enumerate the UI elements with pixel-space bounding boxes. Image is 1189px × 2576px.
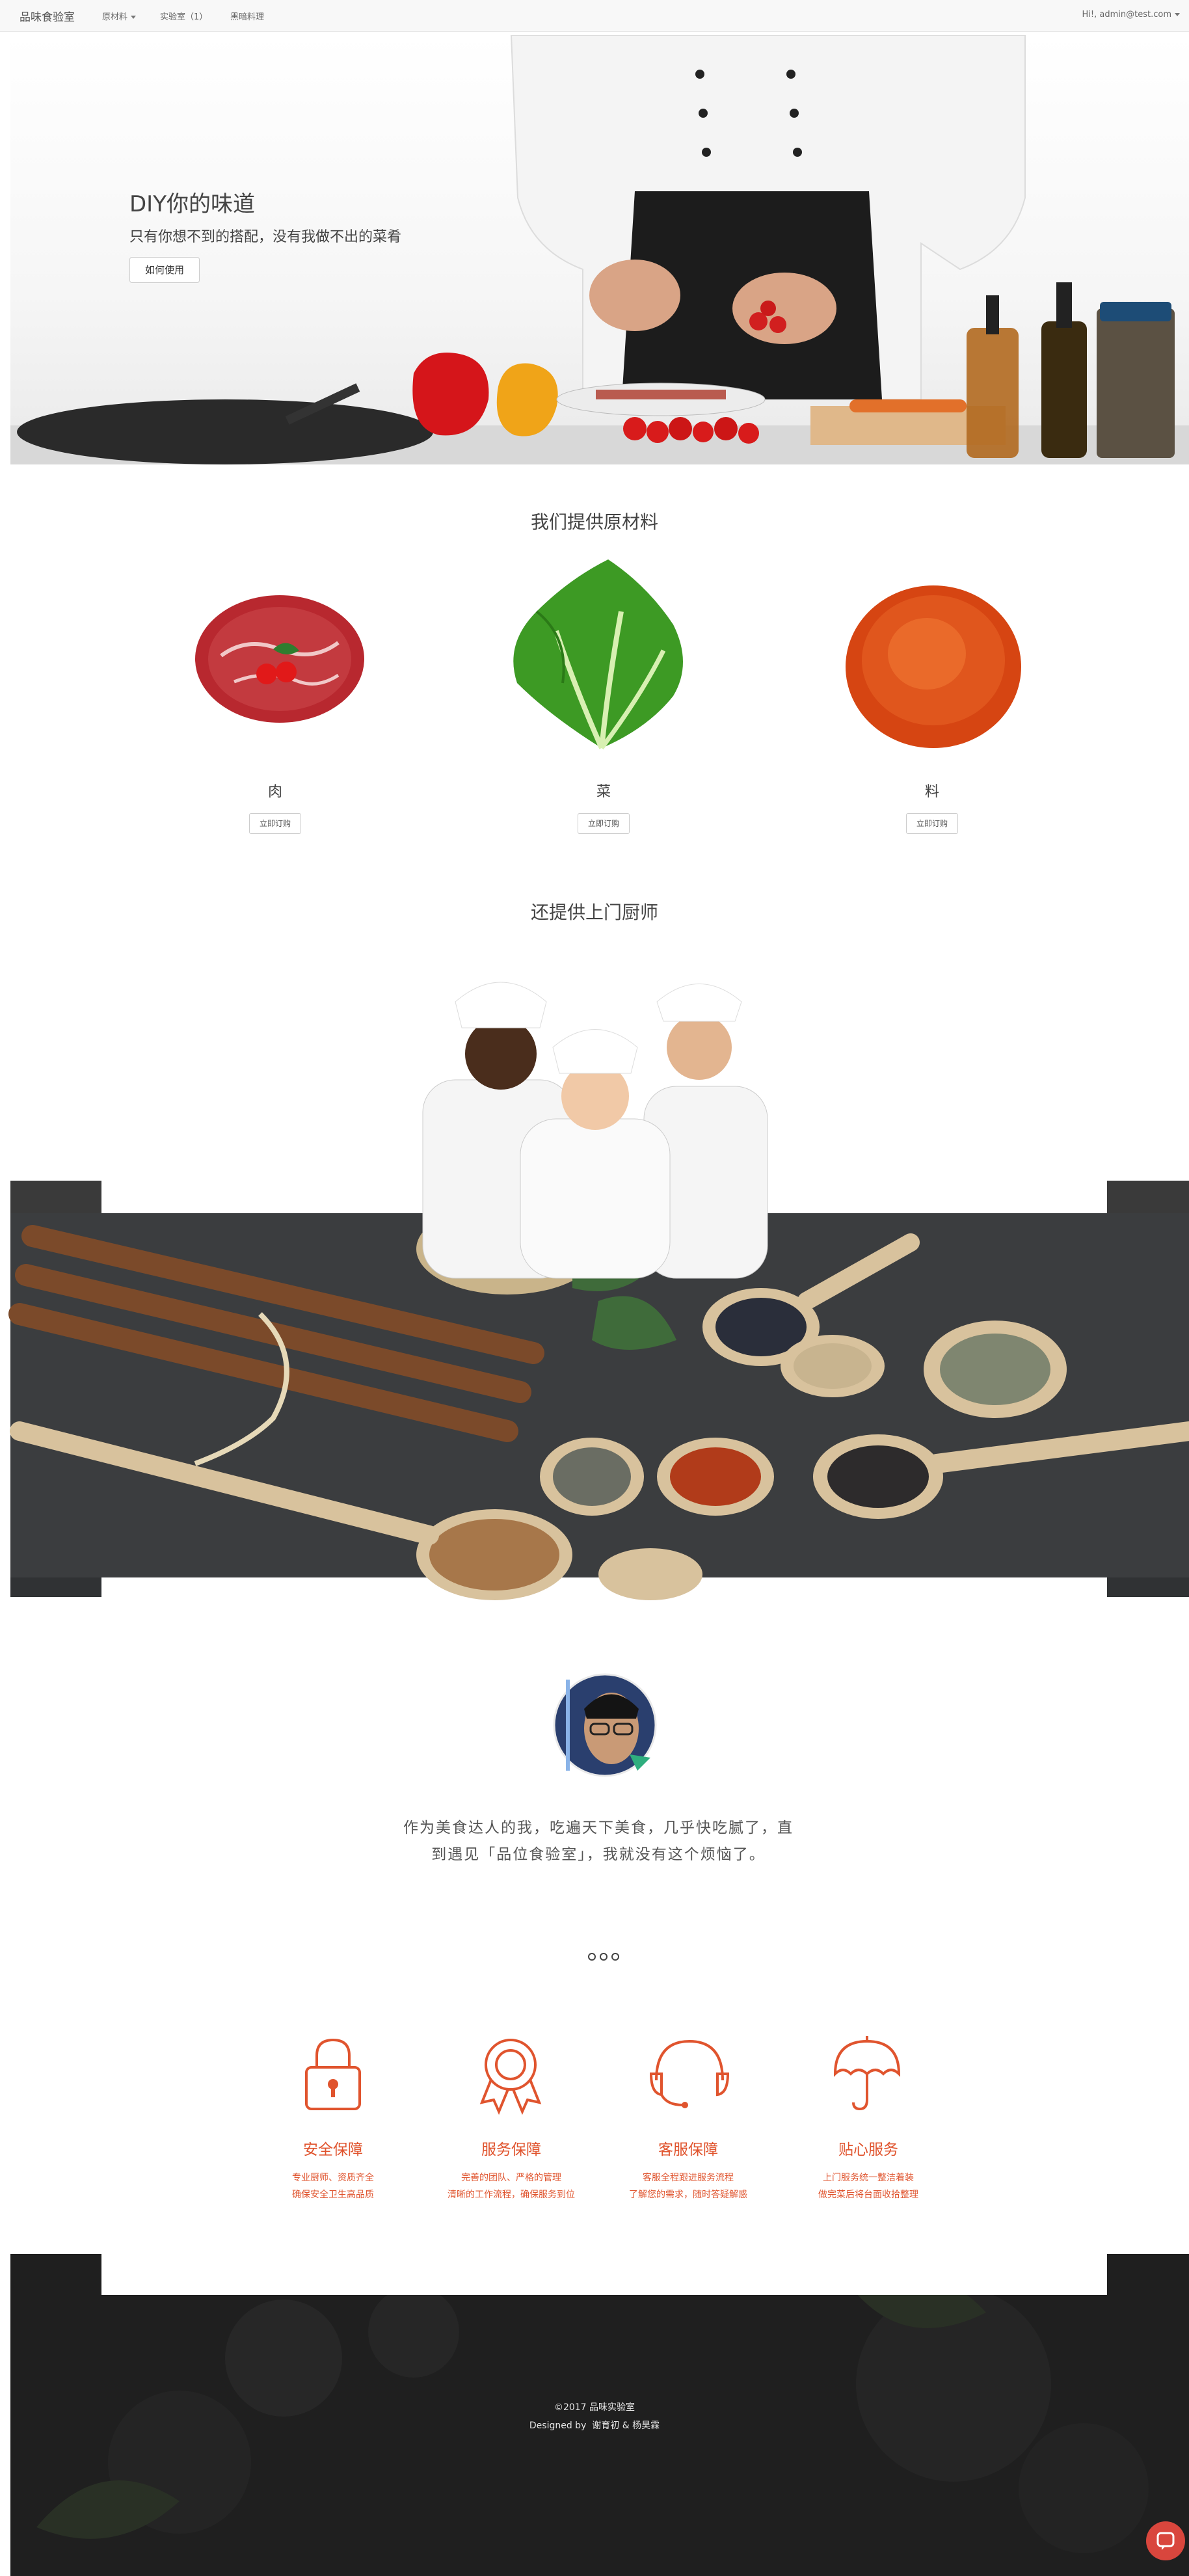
testimonial-text: 作为美食达人的我，吃遍天下美食，几乎快吃腻了，直到遇见「品位食验室」，我就没有这… (403, 1819, 794, 1863)
feature-desc-line: 专业厨师、资质齐全 (292, 2173, 374, 2183)
feature-desc-support: 客服全程跟进服务流程 了解您的需求，随时答疑解惑 (604, 2169, 773, 2203)
avatar (553, 1673, 657, 1777)
feature-desc-line: 清晰的工作流程，确保服务到位 (448, 2190, 575, 2200)
feature-desc-line: 确保安全卫生高品质 (292, 2190, 374, 2200)
brand-link[interactable]: 品味食验室 (20, 8, 75, 24)
user-menu-dropdown[interactable]: Hi!, admin@test.com (1082, 10, 1180, 20)
hero-banner: DIY你的味道 只有你想不到的搭配，没有我做不出的菜肴 如何使用 (10, 35, 1189, 464)
product-name-meat: 肉 (267, 784, 282, 800)
headset-icon (649, 2039, 730, 2108)
designer-names: 谢育初 & 杨昊霖 (592, 2421, 660, 2431)
carousel-dot-1[interactable] (588, 1953, 596, 1961)
nav-dark-cuisine-link[interactable]: 黑暗料理 (230, 10, 264, 22)
chefs-and-spices-image (8, 982, 1189, 1613)
nav-lab-link[interactable]: 实验室（1） (160, 10, 207, 22)
feature-desc-line: 上门服务统一整洁着装 (823, 2173, 914, 2183)
feature-desc-safety: 专业厨师、资质齐全 确保安全卫生高品质 (248, 2169, 418, 2203)
vegetable-image (513, 559, 683, 750)
lock-icon (305, 2038, 361, 2110)
feature-desc-service: 完善的团队、严格的管理 清晰的工作流程，确保服务到位 (427, 2169, 596, 2203)
feature-title-safety: 安全保障 (303, 2141, 363, 2158)
award-icon (479, 2039, 542, 2115)
chat-widget-button[interactable] (1146, 2521, 1185, 2560)
order-spice-button[interactable]: 立即订购 (906, 813, 958, 834)
footer-background-image (36, 2277, 1149, 2553)
chevron-down-icon (1175, 13, 1180, 16)
chevron-down-icon (131, 16, 137, 19)
materials-section-title: 我们提供原材料 (530, 511, 658, 533)
feature-desc-line: 客服全程跟进服务流程 (643, 2173, 734, 2183)
footer-top-panel (101, 2254, 1107, 2295)
footer (10, 2254, 1189, 2576)
feature-title-support: 客服保障 (658, 2141, 718, 2158)
meat-image (195, 595, 364, 723)
footer-copyright: ©2017 品味实验室 (554, 2402, 635, 2413)
feature-desc-care: 上门服务统一整洁着装 做完菜后将台面收拾整理 (784, 2169, 953, 2203)
chat-icon (1156, 2532, 1175, 2550)
product-name-vegetable: 菜 (596, 784, 611, 800)
nav-materials-label: 原材料 (102, 12, 128, 22)
feature-title-care: 贴心服务 (838, 2141, 898, 2158)
footer-credits: Designed by 谢育初 & 杨昊霖 (0, 2419, 1189, 2432)
carousel-indicators (588, 1953, 622, 1962)
chef-cooking-image (10, 35, 1189, 464)
spice-image (846, 585, 1021, 748)
order-meat-button[interactable]: 立即订购 (249, 813, 301, 834)
chefs-section-title: 还提供上门厨师 (530, 902, 658, 923)
user-email: Hi!, admin@test.com (1082, 10, 1171, 20)
carousel-dot-2[interactable] (600, 1953, 608, 1961)
order-vegetable-button[interactable]: 立即订购 (578, 813, 630, 834)
carousel-dot-3[interactable] (611, 1953, 619, 1961)
designed-by-label: Designed by (529, 2421, 587, 2431)
product-name-spice: 料 (924, 784, 939, 800)
feature-desc-line: 了解您的需求，随时答疑解惑 (629, 2190, 747, 2200)
feature-desc-line: 做完菜后将台面收拾整理 (818, 2190, 918, 2200)
how-to-use-button[interactable]: 如何使用 (129, 257, 200, 283)
hero-title: DIY你的味道 (129, 191, 255, 217)
feature-title-service: 服务保障 (481, 2141, 541, 2158)
nav-materials-dropdown[interactable]: 原材料 (102, 10, 137, 22)
hero-subtitle: 只有你想不到的搭配，没有我做不出的菜肴 (129, 229, 402, 245)
umbrella-icon (833, 2036, 901, 2111)
feature-desc-line: 完善的团队、严格的管理 (461, 2173, 561, 2183)
navbar: 品味食验室 原材料 实验室（1） 黑暗料理 Hi!, admin@test.co… (0, 0, 1189, 32)
